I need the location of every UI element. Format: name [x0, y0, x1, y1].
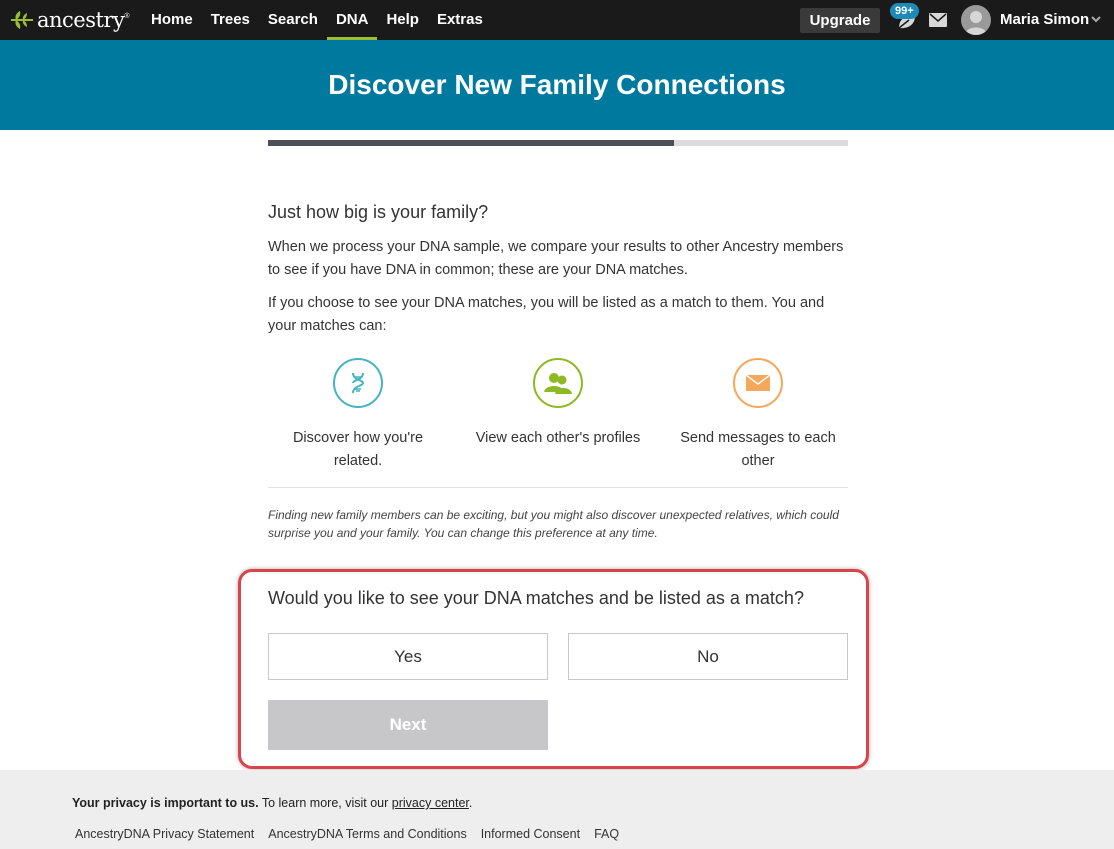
avatar[interactable] — [961, 5, 991, 35]
hints-badge: 99+ — [890, 3, 919, 19]
top-navigation: ancestry ® Home Trees Search DNA Help Ex… — [0, 0, 1114, 40]
logo-trademark: ® — [124, 12, 130, 20]
yes-button[interactable]: Yes — [268, 633, 548, 680]
feature-text: Send messages to each other — [680, 430, 836, 469]
privacy-notice: Your privacy is important to us. To lear… — [72, 796, 472, 810]
mail-icon[interactable] — [929, 13, 947, 27]
match-question: Would you like to see your DNA matches a… — [268, 588, 804, 608]
progress-fill — [268, 140, 674, 146]
privacy-text: To learn more, visit our — [258, 796, 392, 810]
logo-wordmark: ancestry — [37, 8, 125, 32]
feature-text: Discover how you're related. — [292, 430, 424, 469]
page-title: Discover New Family Connections — [328, 69, 786, 100]
privacy-bold: Your privacy is important to us. — [72, 796, 259, 810]
section-heading: Just how big is your family? — [268, 202, 489, 222]
footer-link-faq[interactable]: FAQ — [594, 827, 619, 841]
nav-extras[interactable]: Extras — [428, 0, 492, 40]
main-nav: Home Trees Search DNA Help Extras — [142, 0, 492, 40]
privacy-end: . — [468, 796, 473, 810]
footer-link-informed-consent[interactable]: Informed Consent — [481, 827, 580, 841]
upgrade-button[interactable]: Upgrade — [800, 8, 880, 33]
matches-paragraph: If you choose to see your DNA matches, y… — [268, 295, 825, 334]
footer-link-terms[interactable]: AncestryDNA Terms and Conditions — [268, 827, 466, 841]
disclaimer-text: Finding new family members can be exciti… — [268, 508, 839, 540]
feature-discover: Discover how you're related. — [268, 358, 448, 473]
nav-help[interactable]: Help — [377, 0, 428, 40]
footer-links: AncestryDNA Privacy Statement AncestryDN… — [75, 827, 633, 841]
nav-trees[interactable]: Trees — [202, 0, 259, 40]
nav-home[interactable]: Home — [142, 0, 202, 40]
no-button[interactable]: No — [568, 633, 848, 680]
progress-bar — [268, 140, 848, 146]
people-icon — [533, 358, 583, 408]
user-silhouette-icon — [965, 11, 987, 35]
nav-dna[interactable]: DNA — [326, 0, 378, 40]
feature-messages: Send messages to each other — [668, 358, 848, 473]
nav-search[interactable]: Search — [259, 0, 327, 40]
page-banner: Discover New Family Connections — [0, 40, 1114, 130]
ancestry-logo[interactable]: ancestry ® — [10, 7, 130, 33]
privacy-center-link[interactable]: privacy center — [392, 796, 469, 810]
feature-list: Discover how you're related. View each o… — [268, 358, 848, 488]
chevron-down-icon[interactable] — [1090, 13, 1102, 25]
leaf-logo-icon — [11, 11, 33, 29]
intro-paragraph: When we process your DNA sample, we comp… — [268, 239, 844, 278]
username[interactable]: Maria Simon — [1000, 0, 1089, 40]
next-button[interactable]: Next — [268, 700, 548, 750]
envelope-icon — [733, 358, 783, 408]
feature-profiles: View each other's profiles — [468, 358, 648, 450]
dna-icon — [333, 358, 383, 408]
feature-text: View each other's profiles — [475, 430, 641, 446]
footer-link-privacy-statement[interactable]: AncestryDNA Privacy Statement — [75, 827, 254, 841]
